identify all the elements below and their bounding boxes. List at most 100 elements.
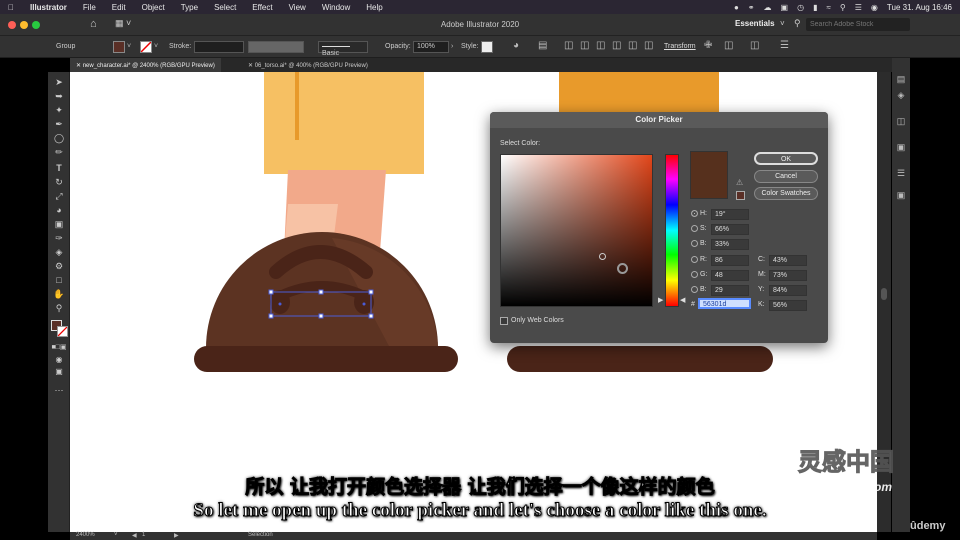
gradient-tool-icon[interactable]: ▣ — [51, 218, 67, 230]
libraries-panel-icon[interactable]: ◫ — [895, 116, 907, 128]
variable-width-profile[interactable] — [248, 41, 304, 53]
battery-icon[interactable]: ▮ — [813, 3, 817, 12]
gamut-warning-icon[interactable]: ⚠ — [736, 178, 743, 187]
graphic-style-swatch[interactable] — [481, 41, 493, 53]
menu-object[interactable]: Object — [134, 3, 173, 12]
saturation-input[interactable]: 66% — [711, 224, 749, 235]
swatches-panel-icon[interactable]: ▣ — [895, 142, 907, 154]
hue-slider[interactable] — [665, 154, 679, 307]
transform-icon[interactable]: ✙ — [704, 40, 712, 51]
green-input[interactable]: 48 — [711, 270, 749, 281]
radio-hue[interactable] — [691, 210, 698, 217]
align-right-icon[interactable]: ◫ — [596, 40, 605, 51]
cyan-input[interactable]: 43% — [769, 255, 807, 266]
align-middle-icon[interactable]: ◫ — [628, 40, 637, 51]
menu-view[interactable]: View — [281, 3, 314, 12]
ok-button[interactable]: OK — [754, 152, 818, 165]
isolate-group-icon[interactable]: ◫ — [724, 40, 733, 51]
selection-tool-icon[interactable]: ➤ — [51, 76, 67, 88]
eyedropper-tool-icon[interactable]: ✑ — [51, 232, 67, 244]
workspace-switcher[interactable]: Essentials — [735, 19, 775, 28]
stroke-weight-field[interactable] — [194, 41, 244, 53]
wifi-icon[interactable]: ≈ — [827, 3, 831, 12]
pathfinder-panel-icon[interactable]: ▣ — [895, 190, 907, 202]
recolor-artwork-icon[interactable]: ◕ — [513, 40, 519, 51]
yellow-input[interactable]: 84% — [769, 285, 807, 296]
symbol-sprayer-tool-icon[interactable]: ⚙ — [51, 260, 67, 272]
hue-slider-right-arrow[interactable]: ◀ — [680, 296, 685, 304]
transform-link[interactable]: Transform — [664, 43, 696, 50]
cloud-icon[interactable]: ☁ — [764, 3, 772, 12]
blue-input[interactable]: 29 — [711, 285, 749, 296]
menu-select[interactable]: Select — [206, 3, 244, 12]
ellipse-tool-icon[interactable]: ◯ — [51, 132, 67, 144]
menu-effect[interactable]: Effect — [244, 3, 280, 12]
hue-slider-left-arrow[interactable]: ▶ — [658, 296, 663, 304]
tab-torso[interactable]: ✕ 06_torso.ai* @ 400% (RGB/GPU Preview) — [242, 58, 374, 72]
brightness-input[interactable]: 33% — [711, 239, 749, 250]
control-center-icon[interactable]: ☰ — [855, 3, 862, 12]
stroke-color-icon[interactable] — [57, 326, 68, 337]
creative-cloud-icon[interactable]: ⚭ — [748, 3, 755, 12]
next-artboard-icon[interactable]: ▶ — [174, 532, 179, 539]
rotate-tool-icon[interactable]: ↻ — [51, 176, 67, 188]
brush-definition[interactable]: Basic — [318, 41, 368, 57]
saturation-brightness-field[interactable] — [500, 154, 653, 307]
align-bottom-icon[interactable]: ◫ — [644, 40, 653, 51]
screen-mode-icon[interactable]: ▣ — [51, 366, 67, 378]
menu-file[interactable]: File — [75, 3, 104, 12]
align-panel-icon[interactable]: ☰ — [895, 168, 907, 180]
draw-mode-icon[interactable]: ◉ — [51, 354, 67, 366]
tab-new-character[interactable]: ✕ new_character.ai* @ 2400% (RGB/GPU Pre… — [70, 58, 221, 72]
close-icon[interactable]: ✕ — [76, 63, 81, 69]
layers-panel-icon[interactable]: ◈ — [895, 90, 907, 102]
black-input[interactable]: 56% — [769, 300, 807, 311]
menu-window[interactable]: Window — [314, 3, 358, 12]
radio-blue[interactable] — [691, 286, 698, 293]
radio-brightness[interactable] — [691, 240, 698, 247]
align-center-icon[interactable]: ◫ — [580, 40, 589, 51]
align-top-icon[interactable]: ◫ — [612, 40, 621, 51]
red-input[interactable]: 86 — [711, 255, 749, 266]
record-icon[interactable]: ● — [734, 3, 739, 12]
previous-artboard-icon[interactable]: ◀ — [132, 532, 137, 539]
t-icon[interactable]: ▣ — [781, 3, 789, 12]
close-icon[interactable]: ✕ — [248, 63, 253, 69]
color-swatches-button[interactable]: Color Swatches — [754, 187, 818, 200]
artboard-tool-icon[interactable]: □ — [51, 274, 67, 286]
radio-saturation[interactable] — [691, 225, 698, 232]
more-tools-icon[interactable]: ⋯ — [51, 384, 67, 396]
color-mode-icon[interactable]: ■□▣ — [51, 342, 67, 354]
paintbrush-tool-icon[interactable]: ✏ — [51, 146, 67, 158]
align-to-icon[interactable]: ▤ — [538, 40, 547, 51]
direct-selection-tool-icon[interactable]: ➥ — [51, 90, 67, 102]
hue-input[interactable]: 19° — [711, 209, 749, 220]
type-tool-icon[interactable]: T — [51, 162, 67, 174]
siri-icon[interactable]: ◉ — [871, 3, 878, 12]
gamut-color-swatch[interactable] — [736, 191, 745, 200]
only-web-colors-checkbox[interactable] — [500, 317, 508, 325]
menu-type[interactable]: Type — [173, 3, 206, 12]
shape-builder-tool-icon[interactable]: ◕ — [51, 204, 67, 216]
menu-edit[interactable]: Edit — [104, 3, 134, 12]
select-similar-icon[interactable]: ◫ — [750, 40, 759, 51]
hand-tool-icon[interactable]: ✋ — [51, 288, 67, 300]
zoom-level[interactable]: 2400% — [76, 532, 95, 538]
artboard-number[interactable]: 1 — [142, 532, 145, 538]
chevron-down-icon[interactable]: ˅ — [127, 43, 131, 50]
align-left-icon[interactable]: ◫ — [564, 40, 573, 51]
menu-help[interactable]: Help — [358, 3, 390, 12]
timer-icon[interactable]: ◷ — [797, 3, 804, 12]
scrollbar-thumb[interactable] — [881, 288, 887, 300]
hex-input[interactable]: 56301d — [698, 298, 751, 309]
color-marker[interactable] — [599, 253, 606, 260]
adobe-stock-search-input[interactable] — [806, 18, 910, 31]
chevron-down-icon[interactable]: ˅ — [114, 532, 118, 538]
magenta-input[interactable]: 73% — [769, 270, 807, 281]
zoom-tool-icon[interactable]: ⚲ — [51, 302, 67, 314]
chevron-right-icon[interactable]: › — [451, 43, 453, 50]
chevron-down-icon[interactable]: ˅ — [780, 19, 785, 28]
panel-menu-icon[interactable]: ☰ — [780, 40, 789, 51]
blend-tool-icon[interactable]: ◈ — [51, 246, 67, 258]
radio-red[interactable] — [691, 256, 698, 263]
